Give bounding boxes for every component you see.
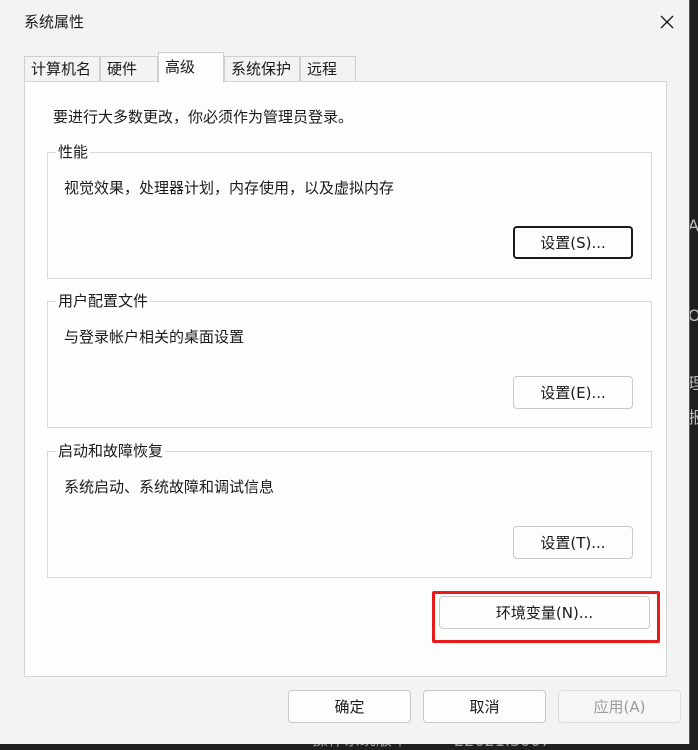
admin-notice: 要进行大多数更改，你必须作为管理员登录。 — [53, 108, 354, 126]
performance-label: 性能 — [56, 143, 91, 161]
user-profiles-description: 与登录帐户相关的桌面设置 — [64, 328, 245, 346]
apply-button[interactable]: 应用(A) — [558, 690, 681, 723]
tab-hardware[interactable]: 硬件 — [100, 56, 158, 82]
close-icon — [660, 15, 674, 29]
user-profiles-settings-button[interactable]: 设置(E)... — [513, 376, 633, 409]
user-profiles-label: 用户配置文件 — [56, 292, 151, 310]
startup-recovery-description: 系统启动、系统故障和调试信息 — [64, 478, 275, 496]
tab-system-protection[interactable]: 系统保护 — [224, 56, 300, 82]
startup-recovery-label: 启动和故障恢复 — [56, 442, 166, 460]
cancel-button[interactable]: 取消 — [423, 690, 546, 723]
ok-button[interactable]: 确定 — [288, 690, 411, 723]
environment-variables-button[interactable]: 环境变量(N)... — [439, 596, 650, 629]
title-bar[interactable]: 系统属性 — [0, 0, 689, 42]
performance-settings-button[interactable]: 设置(S)... — [513, 226, 633, 259]
performance-group: 性能 视觉效果，处理器计划，内存使用，以及虚拟内存 设置(S)... — [47, 143, 652, 279]
dialog-footer: 确定 取消 应用(A) — [0, 677, 689, 744]
startup-recovery-group: 启动和故障恢复 系统启动、系统故障和调试信息 设置(T)... — [47, 442, 652, 578]
window-title: 系统属性 — [24, 13, 85, 31]
startup-recovery-settings-button[interactable]: 设置(T)... — [513, 526, 633, 559]
user-profiles-group: 用户配置文件 与登录帐户相关的桌面设置 设置(E)... — [47, 292, 652, 428]
tab-remote[interactable]: 远程 — [300, 56, 356, 82]
advanced-tab-panel: 要进行大多数更改，你必须作为管理员登录。 性能 视觉效果，处理器计划，内存使用，… — [24, 81, 667, 677]
tab-computer-name[interactable]: 计算机名 — [24, 56, 100, 82]
tab-advanced[interactable]: 高级 — [158, 52, 224, 83]
performance-description: 视觉效果，处理器计划，内存使用，以及虚拟内存 — [64, 179, 395, 197]
system-properties-dialog: 系统属性 计算机名 硬件 高级 系统保护 远程 要进行大多数更改，你必须作为管理… — [0, 0, 690, 744]
close-button[interactable] — [651, 6, 683, 38]
